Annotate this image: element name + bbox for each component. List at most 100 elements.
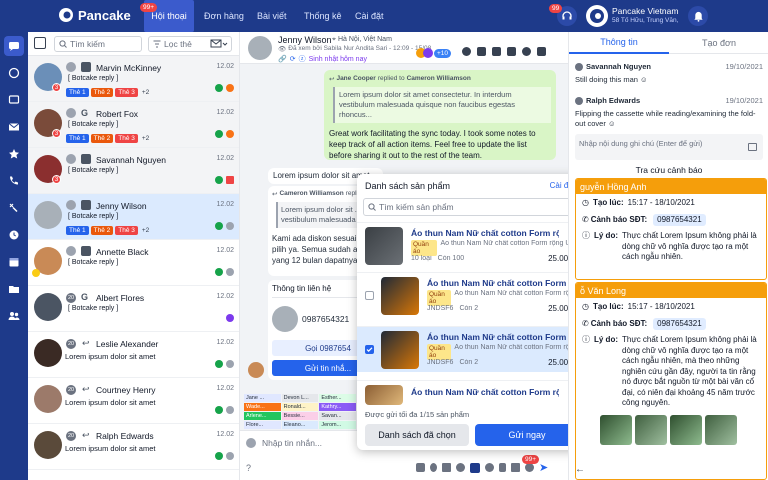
more-tags[interactable]: +2 [140,134,151,143]
star-icon[interactable] [4,144,24,164]
evidence-image[interactable] [705,414,737,445]
quick-reply[interactable]: Ronald... [281,403,319,411]
bell-icon[interactable] [688,6,708,26]
customer-avatar[interactable] [248,36,272,60]
nav-stats[interactable]: Thống kê [304,0,342,32]
product-row-selected[interactable]: Áo thun Nam Nữ chất cotton Form rộng Uni… [357,326,585,372]
mail-icon[interactable] [4,117,24,137]
warning-phone[interactable]: 0987654321 [653,317,706,330]
emoji-icon[interactable]: 99+ [522,455,540,472]
quick-reply[interactable]: Flore... [244,421,281,429]
tag[interactable]: Thẻ 1 [66,134,89,143]
screen-icon[interactable] [507,47,516,56]
product-row[interactable]: Áo thun Nam Nữ chất cotton Form rộng Uni… [357,272,585,318]
tag[interactable]: Thẻ 3 [115,88,138,97]
page-avatar[interactable] [586,5,608,27]
quick-reply[interactable]: Kathry... [319,403,356,411]
link-icon[interactable]: 🔗 [278,55,287,63]
product-row[interactable]: Áo thun Nam Nữ chất cotton Form rộng Uni… [357,222,585,268]
user-circle-icon[interactable] [522,47,531,56]
quick-reply[interactable]: Eleano... [281,421,319,429]
customer-name[interactable]: Jenny Wilson [278,35,332,45]
tag[interactable]: Thẻ 2 [90,226,114,235]
product-checkbox-checked[interactable] [365,345,374,354]
viewers-count[interactable]: +10 [434,48,452,58]
tab-create-order[interactable]: Tạo đơn [669,32,768,54]
tag[interactable]: Thẻ 3 [115,134,138,143]
quick-reply[interactable]: Esther... [319,394,356,402]
tag[interactable]: Thẻ 3 [115,226,138,235]
more-tags[interactable]: +2 [140,226,151,235]
conversation-item[interactable]: Annette Black 12.02 [ Botcake reply ] [28,240,239,286]
gallery-icon[interactable] [511,463,520,472]
conversation-item-selected[interactable]: Jenny Wilson 12.02 [ Botcake reply ] Thẻ… [28,194,239,240]
product-row[interactable]: Áo thun Nam Nữ chất cotton Form rộng Uni… [357,380,585,406]
phone-icon[interactable] [4,171,24,191]
compose-icon[interactable] [34,37,46,49]
chat-icon[interactable] [4,36,24,56]
quick-reply[interactable]: Jerom... [319,421,356,429]
image-icon[interactable] [442,463,451,472]
image-upload-icon[interactable] [748,143,757,151]
inbox-icon[interactable] [537,47,546,56]
product-checkbox[interactable] [365,291,374,300]
search-input[interactable]: Tìm kiếm [54,36,142,52]
message-icon[interactable] [4,90,24,110]
users-icon[interactable] [4,306,24,326]
bookmark-icon[interactable] [477,47,486,56]
quick-reply[interactable]: Bessie... [281,412,319,420]
conversation-item[interactable]: 3 Savannah Nguyen 12.02 [ Botcake reply … [28,148,239,194]
more-tags[interactable]: +2 [140,88,151,97]
conversation-item[interactable]: 20 ↩ Ralph Edwards 12.02 Lorem ipsum dol… [28,424,239,470]
tag[interactable]: Thẻ 2 [90,134,114,143]
product-icon[interactable] [470,462,480,473]
evidence-image[interactable] [670,414,702,445]
nav-conversations[interactable]: Hội thoại 99+ [140,0,194,32]
nav-orders[interactable]: Đơn hàng [204,0,244,32]
nav-settings[interactable]: Cài đặt [355,0,384,32]
selected-list-button[interactable]: Danh sách đã chọn [365,424,469,446]
help-icon[interactable]: ? [246,463,251,473]
warning-phone[interactable]: 0987654321 [653,213,706,226]
reddit-icon[interactable] [462,47,471,56]
mail-filter-icon[interactable] [210,38,230,50]
conversation-item[interactable]: 20 G Albert Flores 12.02 [ Botcake reply… [28,286,239,332]
folder-icon[interactable] [4,279,24,299]
mic-icon[interactable] [430,463,437,472]
conversation-item[interactable]: 3 Marvin McKinney 12.02 [ Botcake reply … [28,56,239,102]
quick-reply[interactable]: Savan... [319,412,356,420]
tab-info[interactable]: Thông tin [569,32,669,54]
conversation-item[interactable]: 20 ↩ Leslie Alexander 12.02 Lorem ipsum … [28,332,239,378]
share-icon[interactable] [456,463,465,472]
send-now-button[interactable]: Gửi ngay [475,424,579,446]
conversation-item[interactable]: 3 G Robert Fox 12.02 [ Botcake reply ] T… [28,102,239,148]
quick-reply[interactable]: Devon L... [281,394,319,402]
nav-posts[interactable]: Bài viết [257,0,287,32]
table-icon[interactable] [416,463,425,472]
evidence-image[interactable] [600,414,632,445]
clock-icon[interactable] [4,225,24,245]
conversation-item[interactable]: 20 ↩ Courtney Henry 12.02 Lorem ipsum do… [28,378,239,424]
zalo-icon[interactable]: ⓩ [299,54,306,64]
message-input[interactable]: Nhập tin nhắn... [262,438,322,448]
quick-reply[interactable]: Jane ... [244,394,281,402]
missed-call-icon[interactable] [4,198,24,218]
tag[interactable]: Thẻ 1 [66,88,89,97]
send-icon[interactable]: ➤ [539,461,548,474]
note-input[interactable]: Nhập nội dung ghi chú (Enter để gửi) [575,134,763,160]
quick-reply[interactable]: Arlene... [244,412,281,420]
message-search-icon[interactable] [492,47,501,56]
collapse-arrow-icon[interactable]: ← [575,464,585,475]
search-page-icon[interactable] [4,63,24,83]
quick-reply[interactable]: Wade... [244,403,281,411]
product-search-input[interactable]: Tìm kiếm sản phẩm [363,198,577,216]
refresh-icon[interactable]: ⟳ [290,55,296,63]
calendar-icon[interactable] [4,252,24,272]
evidence-image[interactable] [635,414,667,445]
app-logo[interactable]: Pancake [58,7,131,23]
attachment-icon[interactable] [499,463,506,472]
message-template-icon[interactable] [485,463,494,472]
tag[interactable]: Thẻ 1 [66,226,89,235]
headset-icon[interactable]: 99 [549,4,577,26]
tag[interactable]: Thẻ 2 [90,88,114,97]
